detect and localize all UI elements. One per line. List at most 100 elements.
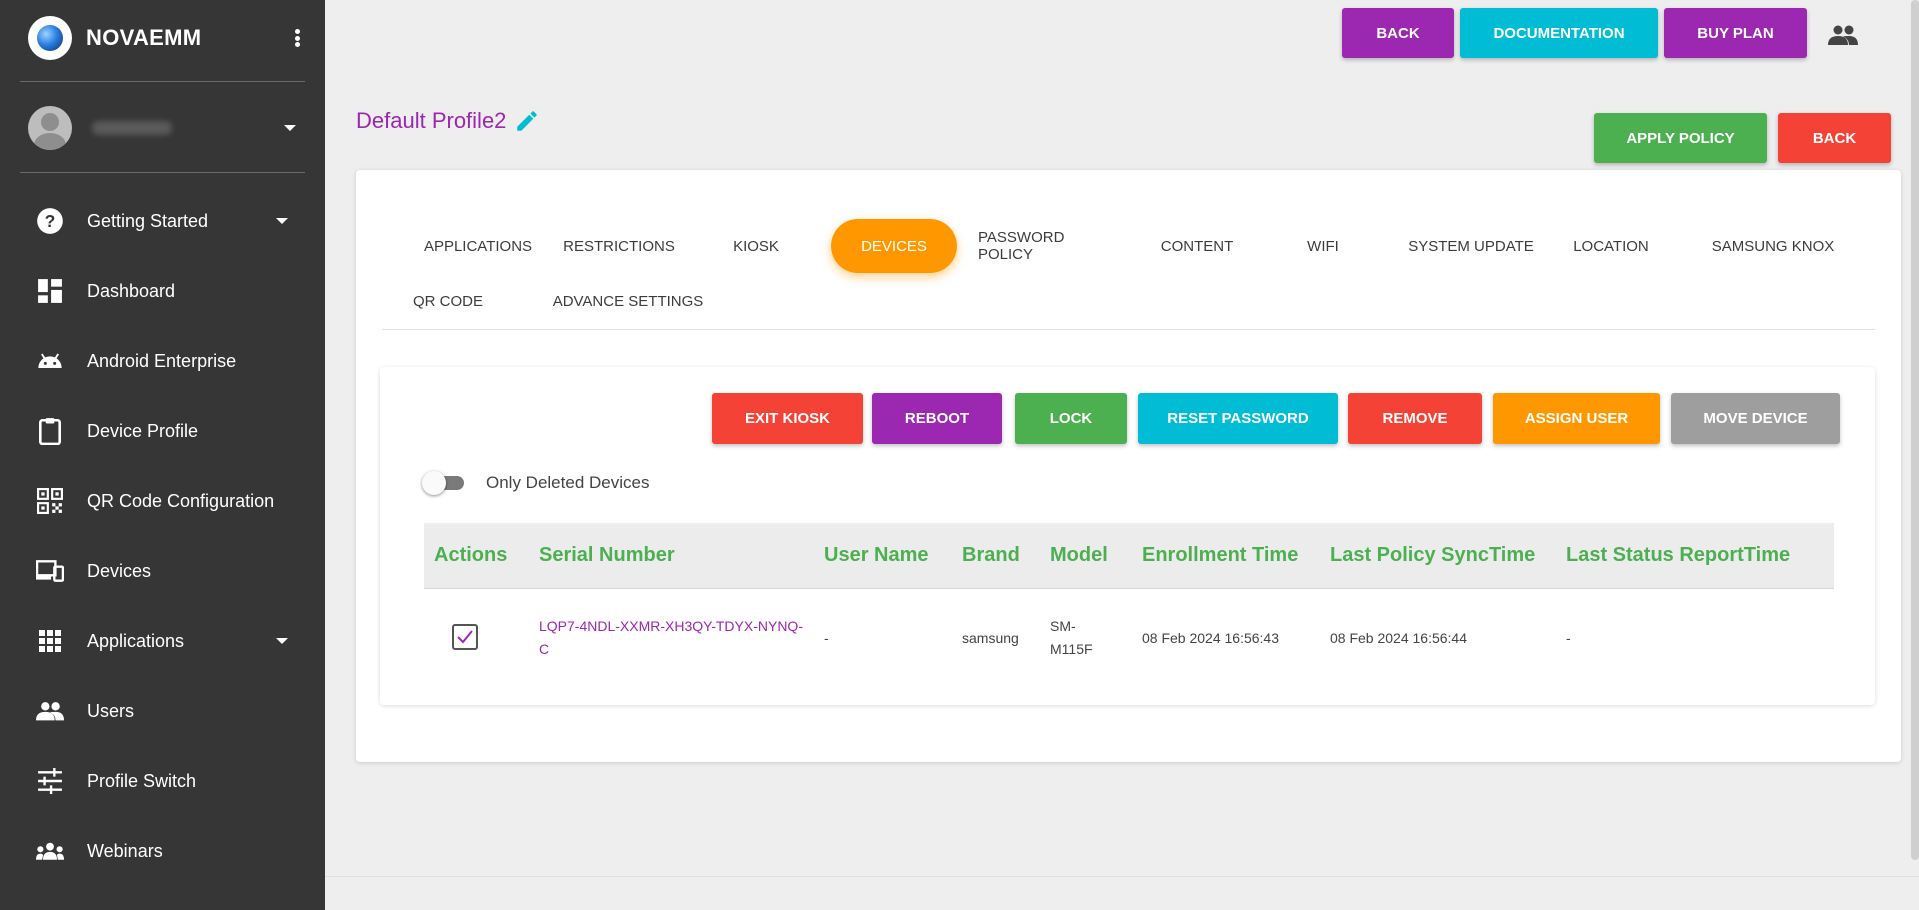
cell-model: SM- M115F — [1050, 615, 1093, 661]
dashboard-icon — [36, 277, 64, 305]
tab-content[interactable]: CONTENT — [1142, 219, 1252, 273]
chevron-down-icon — [276, 638, 288, 644]
tabs-divider — [382, 329, 1875, 330]
sidebar-item-users[interactable]: Users — [0, 676, 325, 746]
move-device-button[interactable]: MOVE DEVICE — [1671, 393, 1840, 444]
model-line: M115F — [1050, 641, 1093, 657]
devices-panel: EXIT KIOSK REBOOT LOCK RESET PASSWORD RE… — [380, 367, 1875, 705]
profile-back-button[interactable]: BACK — [1778, 113, 1891, 163]
android-icon — [36, 347, 64, 375]
sidebar-item-label: Android Enterprise — [87, 350, 237, 371]
row-checkbox[interactable] — [452, 624, 478, 650]
sidebar-item-label: Webinars — [87, 840, 163, 861]
people-icon — [36, 697, 64, 725]
remove-button[interactable]: REMOVE — [1348, 393, 1482, 444]
profile-header: Default Profile2 — [356, 108, 540, 134]
cell-brand: samsung — [962, 630, 1019, 646]
sidebar-item-label: Users — [87, 700, 135, 721]
sidebar-item-getting-started[interactable]: ? Getting Started — [0, 186, 325, 256]
cell-user-name: - — [824, 630, 829, 646]
user-menu[interactable] — [28, 106, 296, 150]
devices-icon — [36, 557, 64, 585]
reboot-button[interactable]: REBOOT — [872, 393, 1002, 444]
lock-button[interactable]: LOCK — [1015, 393, 1127, 444]
tune-icon — [36, 767, 64, 795]
more-vert-icon[interactable] — [286, 27, 308, 49]
sidebar-item-devices[interactable]: Devices — [0, 536, 325, 606]
sidebar-item-label: Dashboard — [87, 280, 176, 301]
top-back-button[interactable]: BACK — [1342, 8, 1454, 58]
tab-system-update[interactable]: SYSTEM UPDATE — [1406, 219, 1536, 273]
header-divider — [424, 588, 1834, 589]
tab-applications[interactable]: APPLICATIONS — [408, 219, 548, 273]
assign-user-button[interactable]: ASSIGN USER — [1493, 393, 1660, 444]
table-header: Actions Serial Number User Name Brand Mo… — [424, 523, 1834, 588]
tab-samsung-knox[interactable]: SAMSUNG KNOX — [1708, 219, 1838, 273]
cell-last-status-report: - — [1566, 630, 1571, 646]
col-last-status-report: Last Status ReportTime — [1566, 544, 1791, 566]
col-brand: Brand — [962, 544, 1020, 566]
tab-password-policy[interactable]: PASSWORD POLICY — [978, 219, 1118, 273]
clipboard-icon — [36, 417, 64, 445]
sidebar-item-label: Device Profile — [87, 420, 199, 441]
brand: NOVAEMM — [28, 16, 308, 60]
sidebar-item-label: Applications — [87, 630, 185, 651]
cell-last-policy-sync: 08 Feb 2024 16:56:44 — [1330, 630, 1468, 646]
tab-location[interactable]: LOCATION — [1556, 219, 1666, 273]
buy-plan-button[interactable]: BUY PLAN — [1664, 8, 1807, 58]
profile-card: APPLICATIONS RESTRICTIONS KIOSK DEVICES … — [356, 170, 1901, 762]
brand-name: NOVAEMM — [86, 25, 202, 50]
account-people-icon[interactable] — [1828, 25, 1862, 49]
col-enrollment-time: Enrollment Time — [1142, 544, 1299, 566]
sidebar-item-label: Profile Switch — [87, 770, 197, 791]
sidebar-item-qr-code-configuration[interactable]: QR Code Configuration — [0, 466, 325, 536]
sidebar: NOVAEMM ? Getting Started Dashboard Andr… — [0, 0, 325, 910]
serial-line: LQP7-4NDL-XXMR-XH3QY-TDYX-NYNQ- — [539, 618, 803, 634]
divider — [20, 81, 305, 82]
sidebar-item-profile-switch[interactable]: Profile Switch — [0, 746, 325, 816]
exit-kiosk-button[interactable]: EXIT KIOSK — [712, 393, 863, 444]
qr-code-icon — [36, 487, 64, 515]
tab-devices[interactable]: DEVICES — [831, 219, 957, 273]
sidebar-item-device-profile[interactable]: Device Profile — [0, 396, 325, 466]
serial-number-link[interactable]: LQP7-4NDL-XXMR-XH3QY-TDYX-NYNQ- C — [539, 615, 809, 661]
divider — [20, 172, 305, 173]
col-actions: Actions — [434, 544, 508, 566]
sidebar-item-label: Getting Started — [87, 210, 209, 231]
serial-line: C — [539, 641, 550, 657]
chevron-down-icon — [284, 125, 296, 131]
groups-icon — [36, 837, 64, 865]
sidebar-item-applications[interactable]: Applications — [0, 606, 325, 676]
col-model: Model — [1050, 544, 1108, 566]
page-scrollbar[interactable] — [1911, 0, 1919, 860]
sidebar-item-android-enterprise[interactable]: Android Enterprise — [0, 326, 325, 396]
documentation-button[interactable]: DOCUMENTATION — [1460, 8, 1658, 58]
apply-policy-button[interactable]: APPLY POLICY — [1594, 113, 1767, 163]
sidebar-item-label: Devices — [87, 560, 152, 581]
avatar — [28, 106, 72, 150]
col-last-policy-sync: Last Policy SyncTime — [1330, 544, 1536, 566]
user-name — [92, 121, 172, 135]
col-user-name: User Name — [824, 544, 929, 566]
brand-logo — [28, 16, 72, 60]
only-deleted-label: Only Deleted Devices — [486, 473, 650, 492]
model-line: SM- — [1050, 618, 1076, 634]
sidebar-item-webinars[interactable]: Webinars — [0, 816, 325, 886]
tab-kiosk[interactable]: KIOSK — [716, 219, 796, 273]
sidebar-item-label: QR Code Configuration — [87, 490, 275, 511]
tab-advance-settings[interactable]: ADVANCE SETTINGS — [548, 274, 708, 328]
only-deleted-toggle[interactable] — [422, 471, 468, 495]
tab-qr-code[interactable]: QR CODE — [408, 274, 488, 328]
sidebar-nav: ? Getting Started Dashboard Android Ente… — [0, 186, 325, 886]
cell-enrollment-time: 08 Feb 2024 16:56:43 — [1142, 630, 1280, 646]
sidebar-item-dashboard[interactable]: Dashboard — [0, 256, 325, 326]
page-title: Default Profile2 — [356, 108, 507, 133]
footer-divider — [325, 876, 1919, 877]
tab-restrictions[interactable]: RESTRICTIONS — [554, 219, 684, 273]
apps-grid-icon — [36, 627, 64, 655]
chevron-down-icon — [276, 218, 288, 224]
svg-text:?: ? — [45, 211, 56, 231]
edit-pencil-icon[interactable] — [514, 108, 540, 134]
reset-password-button[interactable]: RESET PASSWORD — [1138, 393, 1338, 444]
tab-wifi[interactable]: WIFI — [1278, 219, 1368, 273]
